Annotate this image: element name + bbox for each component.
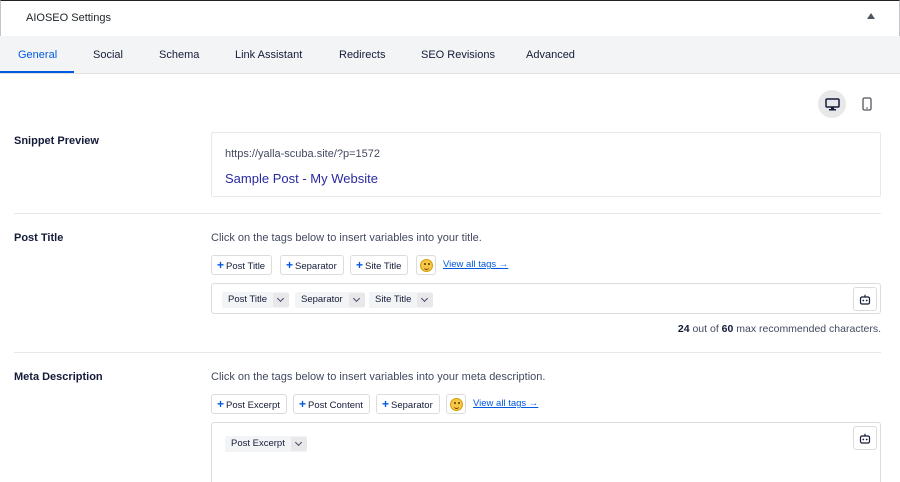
desktop-preview-button[interactable]	[818, 90, 846, 118]
ai-generate-description-button[interactable]	[853, 426, 877, 450]
view-all-tags-link[interactable]: View all tags →	[473, 398, 538, 409]
snippet-url: https://yalla-scuba.site/?p=1572	[225, 148, 381, 160]
tab-redirects[interactable]: Redirects	[339, 36, 385, 74]
tag-chip[interactable]: Post Excerpt	[225, 436, 307, 452]
desktop-icon	[824, 97, 840, 110]
add-tag-separator-button[interactable]: + Separator	[376, 394, 440, 414]
smiley-icon	[449, 397, 463, 411]
chevron-down-icon[interactable]	[348, 293, 365, 307]
emoji-picker-button[interactable]	[416, 255, 436, 275]
tag-chip[interactable]: Site Title	[369, 292, 434, 308]
chevron-down-icon[interactable]	[290, 437, 307, 451]
header-title: AIOSEO Settings	[26, 12, 111, 24]
post-title-help: Click on the tags below to insert variab…	[211, 232, 482, 244]
active-tab-indicator	[0, 71, 74, 73]
divider	[14, 213, 881, 214]
tag-chip[interactable]: Post Title	[222, 292, 290, 308]
tab-general[interactable]: General	[18, 36, 57, 74]
snippet-preview-box: https://yalla-scuba.site/?p=1572 Sample …	[211, 132, 881, 197]
plus-icon: +	[217, 258, 225, 272]
post-title-input[interactable]: Post Title Separator Site Title	[211, 283, 881, 314]
add-tag-post-excerpt-button[interactable]: + Post Excerpt	[211, 394, 287, 414]
meta-description-input[interactable]: Post Excerpt	[211, 422, 881, 482]
post-title-char-count: 24 out of 60 max recommended characters.	[677, 323, 881, 335]
post-title-label: Post Title	[14, 232, 64, 244]
tab-advanced[interactable]: Advanced	[526, 36, 575, 74]
plus-icon: +	[382, 397, 390, 411]
add-tag-post-content-button[interactable]: + Post Content	[293, 394, 370, 414]
tag-chip[interactable]: Separator	[295, 292, 365, 308]
snippet-preview-label: Snippet Preview	[14, 135, 99, 147]
plus-icon: +	[286, 258, 294, 272]
add-tag-post-title-button[interactable]: + Post Title	[211, 255, 273, 275]
tab-seo-revisions[interactable]: SEO Revisions	[421, 36, 495, 74]
settings-header[interactable]: AIOSEO Settings	[0, 0, 900, 36]
plus-icon: +	[217, 397, 225, 411]
tab-bar: General Social Schema Link Assistant Red…	[0, 36, 900, 74]
meta-description-label: Meta Description	[14, 371, 103, 383]
plus-icon: +	[299, 397, 307, 411]
chevron-down-icon[interactable]	[417, 293, 434, 307]
divider	[14, 352, 881, 353]
tab-link-assistant[interactable]: Link Assistant	[235, 36, 302, 74]
smiley-icon	[419, 258, 433, 272]
chevron-down-icon[interactable]	[273, 293, 290, 307]
add-tag-separator-button[interactable]: + Separator	[280, 255, 344, 275]
meta-description-help: Click on the tags below to insert variab…	[211, 371, 546, 383]
snippet-title: Sample Post - My Website	[225, 171, 378, 186]
collapse-arrow-icon[interactable]	[867, 13, 875, 19]
view-all-tags-link[interactable]: View all tags →	[443, 259, 508, 270]
add-tag-site-title-button[interactable]: + Site Title	[350, 255, 409, 275]
robot-icon	[859, 294, 871, 305]
plus-icon: +	[356, 258, 364, 272]
emoji-picker-button[interactable]	[446, 394, 466, 414]
robot-icon	[859, 433, 871, 444]
ai-generate-title-button[interactable]	[853, 287, 877, 311]
tab-schema[interactable]: Schema	[159, 36, 199, 74]
tab-social[interactable]: Social	[93, 36, 123, 74]
mobile-preview-button[interactable]	[853, 90, 881, 118]
mobile-icon	[862, 97, 872, 111]
